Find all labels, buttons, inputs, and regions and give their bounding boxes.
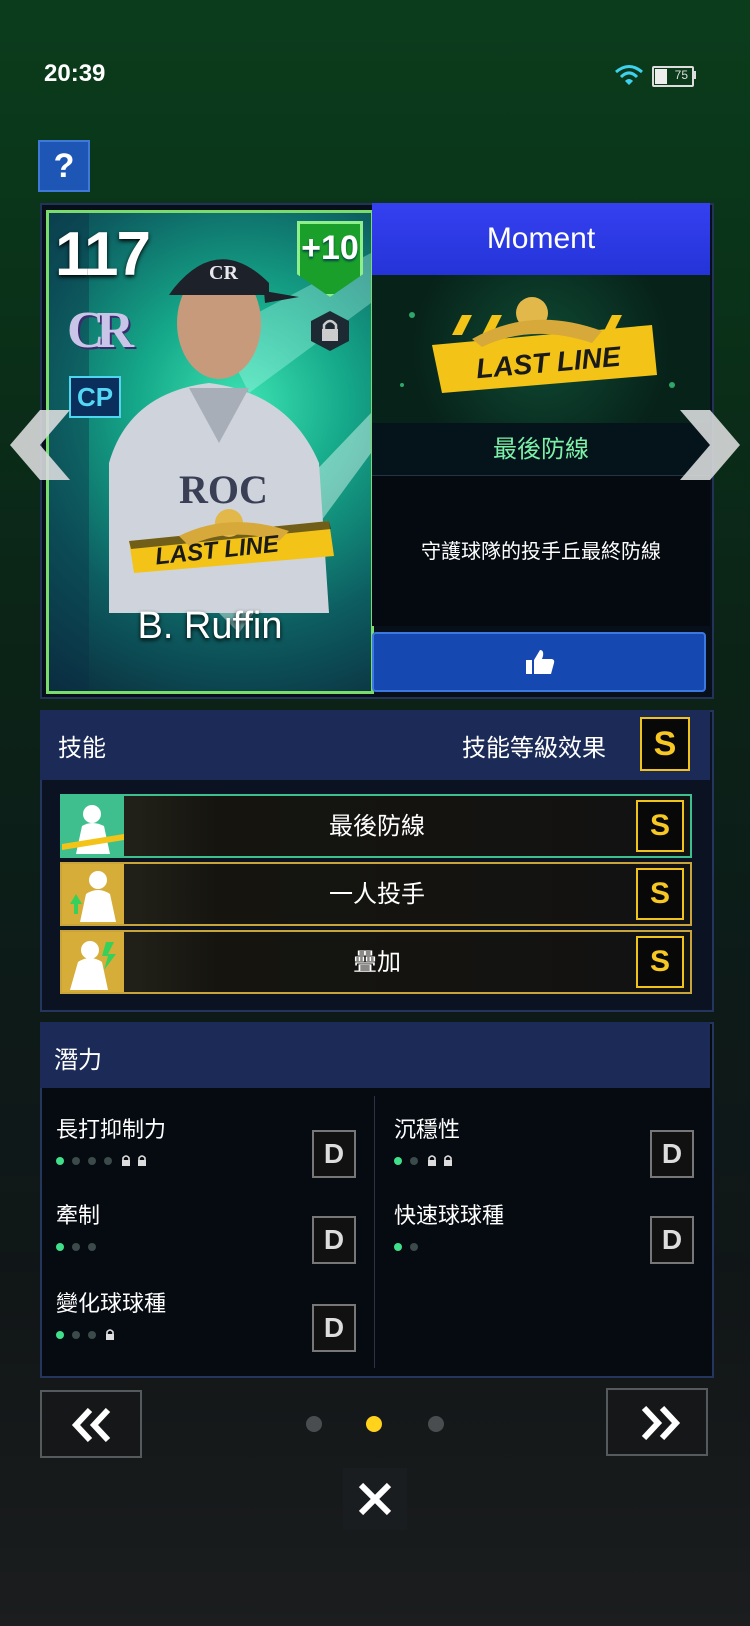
skill-row[interactable]: 一人投手 S — [60, 862, 692, 926]
svg-text:CR: CR — [209, 262, 238, 284]
skill-grade: S — [636, 800, 684, 852]
previous-page-button[interactable] — [40, 1390, 142, 1458]
moment-banner: LAST LINE — [372, 275, 710, 423]
small-lock-icon — [444, 1155, 452, 1166]
potential-item[interactable]: 長打抑制力 D — [56, 1112, 356, 1178]
page-dot-active[interactable] — [366, 1416, 382, 1432]
thumbs-up-icon — [526, 650, 555, 674]
potential-dot-filled — [56, 1243, 64, 1251]
potential-dot-empty — [104, 1157, 112, 1165]
skill-name: 一人投手 — [329, 880, 425, 908]
potential-item[interactable]: 變化球球種 D — [56, 1286, 356, 1352]
page-dot[interactable] — [428, 1416, 444, 1432]
potential-dot-filled — [56, 1157, 64, 1165]
potential-label: 牽制 — [56, 1204, 101, 1229]
skill-grade: S — [636, 936, 684, 988]
pagination-dots — [300, 1414, 450, 1434]
potential-label: 變化球球種 — [56, 1292, 167, 1317]
small-lock-icon — [106, 1329, 114, 1340]
help-button[interactable]: ? — [38, 140, 90, 192]
wifi-icon — [615, 65, 643, 85]
player-name: B. Ruffin — [137, 605, 283, 647]
skill-level-effect-label[interactable]: 技能等級效果 — [462, 728, 606, 763]
skill-level-effect-grade[interactable]: S — [640, 717, 690, 771]
battery-icon: 75 — [652, 66, 694, 87]
potential-dot-empty — [88, 1157, 96, 1165]
position-badge: CP — [69, 376, 121, 418]
potential-dot-filled — [394, 1243, 402, 1251]
potential-grade: D — [650, 1130, 694, 1178]
next-page-button[interactable] — [606, 1388, 708, 1456]
last-line-badge: LAST LINE — [119, 501, 339, 581]
skills-header — [40, 710, 710, 780]
skill-last-line-icon — [62, 796, 124, 856]
close-icon — [358, 1482, 392, 1516]
potential-dots — [394, 1236, 694, 1251]
potential-grade: D — [650, 1216, 694, 1264]
skill-name: 疊加 — [353, 948, 401, 976]
enhance-level: +10 — [301, 229, 359, 267]
double-chevron-left-icon — [71, 1408, 111, 1442]
next-card-arrow-icon[interactable] — [678, 410, 740, 480]
skill-stack-icon — [62, 932, 124, 992]
small-lock-icon — [122, 1155, 130, 1166]
potential-dot-empty — [410, 1243, 418, 1251]
skill-row[interactable]: 最後防線 S — [60, 794, 692, 858]
potential-grade: D — [312, 1130, 356, 1178]
battery-level: 75 — [674, 68, 688, 82]
page-dot[interactable] — [306, 1416, 322, 1432]
potential-item[interactable]: 快速球球種 D — [394, 1198, 694, 1264]
potential-dots — [56, 1236, 356, 1251]
skill-row[interactable]: 疊加 S — [60, 930, 692, 994]
skill-grade: S — [636, 868, 684, 920]
potential-dots — [56, 1150, 356, 1166]
moment-skill-description: 守護球隊的投手丘最終防線 — [372, 476, 710, 626]
skills-title: 技能 — [58, 734, 106, 762]
potential-grade: D — [312, 1216, 356, 1264]
small-lock-icon — [138, 1155, 146, 1166]
potential-dots — [394, 1150, 694, 1166]
potential-label: 長打抑制力 — [56, 1118, 167, 1143]
potential-label: 快速球球種 — [394, 1204, 505, 1229]
potential-divider — [374, 1096, 375, 1368]
potential-dot-empty — [72, 1331, 80, 1339]
status-time: 20:39 — [44, 60, 106, 87]
team-logo: CR — [67, 302, 134, 359]
potential-dot-empty — [410, 1157, 418, 1165]
potential-title: 潛力 — [54, 1046, 102, 1074]
double-chevron-right-icon — [641, 1406, 681, 1440]
like-button[interactable] — [372, 632, 706, 692]
potential-dot-filled — [394, 1157, 402, 1165]
potential-dot-empty — [72, 1243, 80, 1251]
potential-grade: D — [312, 1304, 356, 1352]
previous-card-arrow-icon[interactable] — [10, 410, 72, 480]
close-button[interactable] — [343, 1468, 407, 1530]
moment-header: Moment — [372, 203, 710, 275]
potential-dot-empty — [88, 1243, 96, 1251]
potential-dot-filled — [56, 1331, 64, 1339]
potential-dot-empty — [72, 1157, 80, 1165]
potential-header — [40, 1022, 710, 1088]
potential-item[interactable]: 沉穩性 D — [394, 1112, 694, 1178]
player-card[interactable]: ROC CR 117 CR CP +10 LAST LINE B. Ruffin — [46, 210, 374, 694]
battery-tip — [693, 71, 696, 79]
skill-one-man-icon — [62, 864, 124, 924]
skill-name: 最後防線 — [329, 812, 425, 840]
moment-skill-name: 最後防線 — [372, 423, 710, 476]
potential-dots — [56, 1324, 356, 1340]
potential-label: 沉穩性 — [394, 1118, 461, 1143]
potential-dot-empty — [88, 1331, 96, 1339]
small-lock-icon — [428, 1155, 436, 1166]
card-overall-rating: 117 — [55, 220, 151, 289]
potential-item[interactable]: 牽制 D — [56, 1198, 356, 1264]
